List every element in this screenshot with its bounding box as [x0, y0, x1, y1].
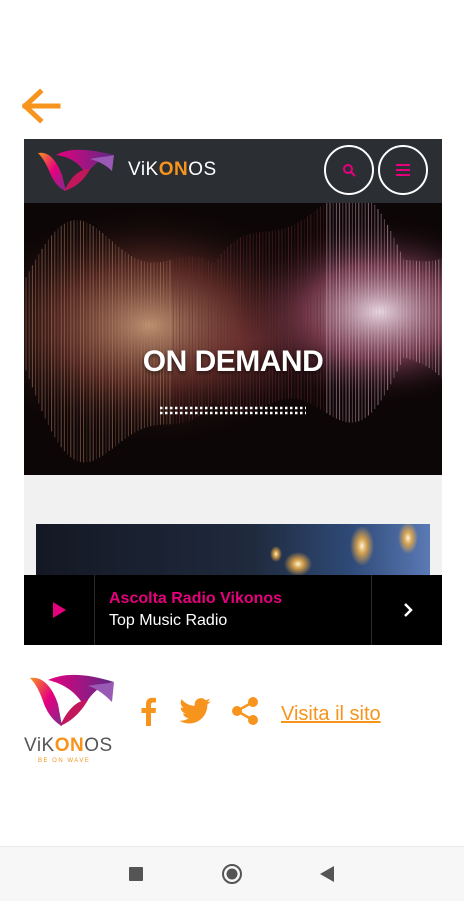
- sound-wave-image: [24, 203, 442, 475]
- hamburger-menu-icon: [396, 164, 410, 176]
- vikonos-logo[interactable]: [34, 145, 118, 199]
- brand-on: ON: [158, 159, 189, 180]
- twitter-icon: [179, 698, 211, 724]
- system-navigation-bar: [0, 846, 464, 901]
- footer-brand-on: ON: [54, 735, 85, 756]
- hero-title: ON DEMAND: [142, 345, 324, 378]
- play-button[interactable]: [24, 575, 95, 645]
- chevron-right-icon: [403, 603, 413, 617]
- dotted-divider: [160, 406, 306, 415]
- player-expand-button[interactable]: [371, 575, 442, 645]
- back-button[interactable]: [20, 84, 64, 128]
- share-button[interactable]: [228, 694, 262, 728]
- footer-brand-prefix: ViK: [24, 735, 55, 756]
- site-search-button[interactable]: [324, 145, 374, 195]
- brand-suffix: OS: [188, 159, 217, 180]
- search-icon: [343, 164, 356, 177]
- back-triangle-icon: [320, 866, 334, 882]
- facebook-icon: [141, 697, 156, 726]
- hero-banner: ON DEMAND: [24, 203, 442, 475]
- arrow-left-icon: [22, 88, 61, 124]
- footer-brand-name: ViKONOS: [24, 735, 113, 757]
- website-webview: ViKONOS ON DEMAND Ascolta Radio Vikonos …: [24, 139, 442, 645]
- player-station-subtitle: Top Music Radio: [109, 612, 228, 629]
- player-station-title: Ascolta Radio Vikonos: [109, 590, 283, 607]
- home-button[interactable]: [215, 857, 249, 891]
- facebook-button[interactable]: [134, 694, 162, 728]
- system-back-button[interactable]: [310, 857, 344, 891]
- brand-prefix: ViK: [128, 159, 159, 180]
- home-circle-icon: [222, 864, 242, 884]
- radio-player-bar: Ascolta Radio Vikonos Top Music Radio: [24, 575, 442, 645]
- play-icon: [53, 602, 66, 618]
- visit-site-link[interactable]: Visita il sito: [281, 703, 381, 726]
- site-header: ViKONOS: [24, 139, 442, 203]
- site-brand-name: ViKONOS: [128, 159, 217, 181]
- recents-button[interactable]: [119, 857, 153, 891]
- footer-tagline: BE ON WAVE: [38, 758, 91, 764]
- site-menu-button[interactable]: [378, 145, 428, 195]
- twitter-button[interactable]: [177, 694, 213, 728]
- recents-square-icon: [129, 867, 143, 881]
- footer-brand-suffix: OS: [84, 735, 113, 756]
- share-icon: [232, 697, 258, 725]
